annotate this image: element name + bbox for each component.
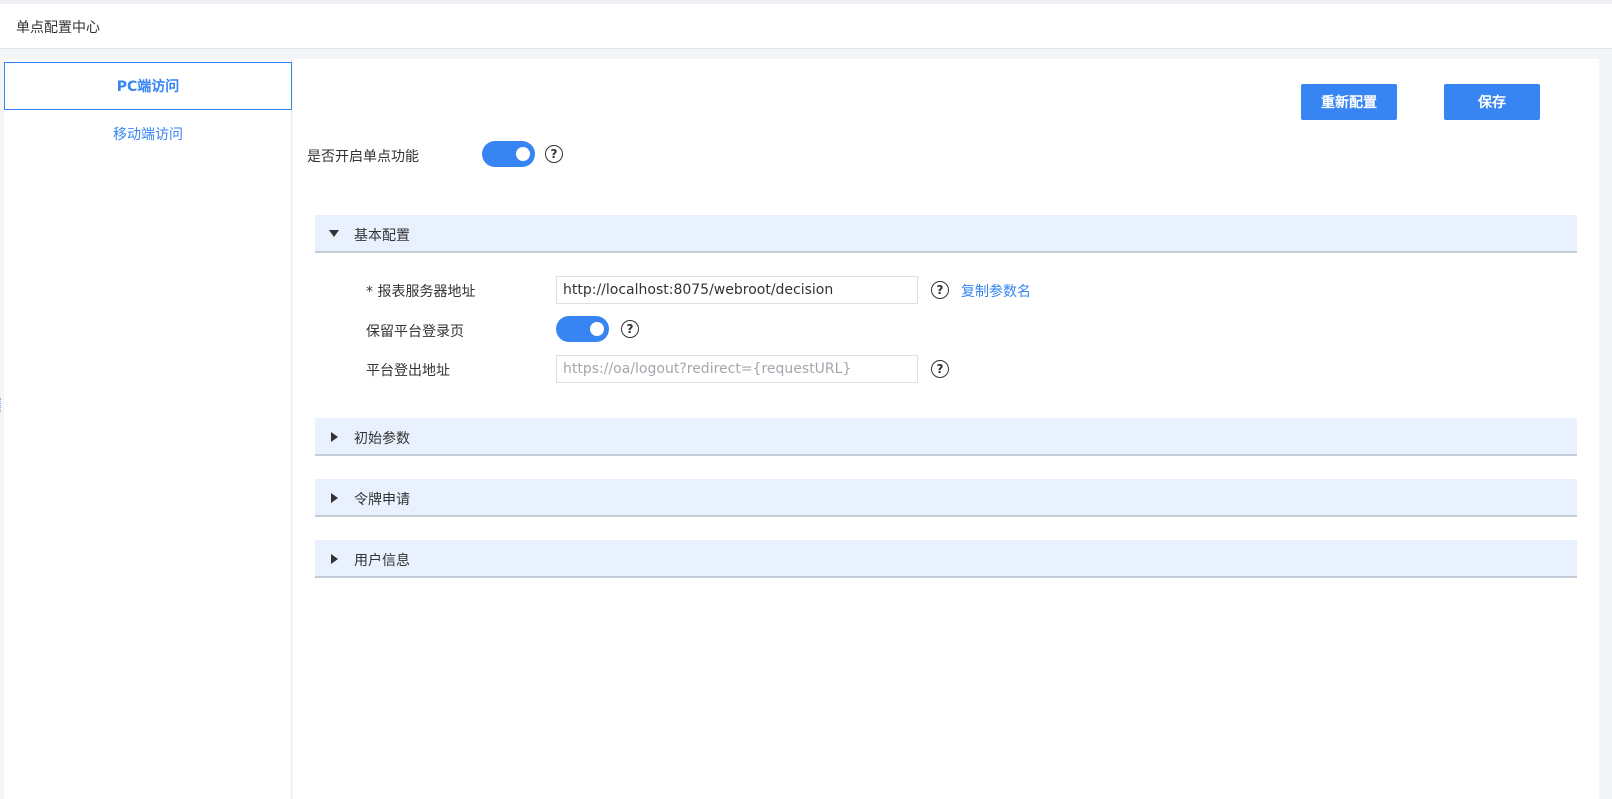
section-token-request[interactable]: 令牌申请 <box>315 479 1577 517</box>
sidebar-item-mobile-access[interactable]: 移动端访问 <box>4 110 292 158</box>
section-title: 令牌申请 <box>354 492 410 508</box>
logout-url-label: 平台登出地址 <box>366 363 450 379</box>
keep-login-page-label: 保留平台登录页 <box>366 324 464 340</box>
caret-right-icon <box>331 432 338 442</box>
sidebar: PC端访问 移动端访问 <box>4 59 292 799</box>
toggle-knob <box>590 322 604 336</box>
section-basic-config[interactable]: 基本配置 <box>315 215 1577 253</box>
help-icon[interactable]: ? <box>621 320 639 338</box>
keep-login-page-toggle[interactable] <box>556 316 609 342</box>
section-user-info[interactable]: 用户信息 <box>315 540 1577 578</box>
help-icon[interactable]: ? <box>931 281 949 299</box>
server-url-label: * 报表服务器地址 <box>366 284 476 300</box>
help-icon[interactable]: ? <box>931 360 949 378</box>
sidebar-item-label: PC端访问 <box>116 79 180 95</box>
section-title: 初始参数 <box>354 431 410 447</box>
save-button[interactable]: 保存 <box>1444 84 1540 120</box>
page-header: 单点配置中心 <box>0 4 1612 49</box>
server-url-input[interactable] <box>556 276 918 304</box>
toggle-knob <box>516 147 530 161</box>
main-panel: 重新配置 保存 是否开启单点功能 ? 基本配置 * 报表服务器地址 ? 复制参数… <box>293 59 1599 799</box>
sso-toggle-label: 是否开启单点功能 <box>307 149 419 165</box>
sidebar-item-label: 移动端访问 <box>113 127 183 143</box>
caret-right-icon <box>331 554 338 564</box>
logout-url-input[interactable] <box>556 355 918 383</box>
caret-right-icon <box>331 493 338 503</box>
page-title: 单点配置中心 <box>16 20 100 36</box>
section-title: 基本配置 <box>354 228 410 244</box>
sso-enable-toggle[interactable] <box>482 141 535 167</box>
sidebar-resize-handle[interactable] <box>0 398 2 412</box>
reconfigure-button[interactable]: 重新配置 <box>1301 84 1397 120</box>
section-title: 用户信息 <box>354 553 410 569</box>
caret-down-icon <box>329 230 339 237</box>
sidebar-item-pc-access[interactable]: PC端访问 <box>4 62 292 110</box>
help-icon[interactable]: ? <box>545 145 563 163</box>
section-initial-params[interactable]: 初始参数 <box>315 418 1577 456</box>
copy-param-name-link[interactable]: 复制参数名 <box>961 281 1031 301</box>
